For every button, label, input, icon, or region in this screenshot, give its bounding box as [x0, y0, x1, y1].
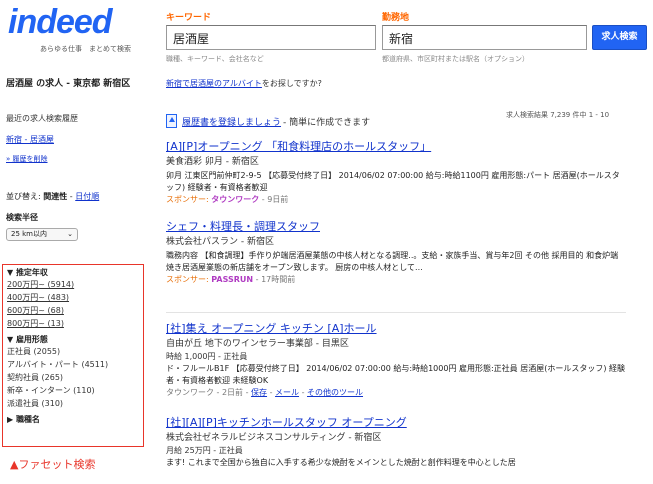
suggestion-rest: をお探しですか? [261, 79, 322, 88]
radius-value: 25 km以内 [11, 230, 48, 238]
job-salary: 月給 25万円 - 正社員 [166, 446, 243, 455]
job-company: 株式会社ゼネラルビジネスコンサルティング - 新宿区 [166, 433, 382, 443]
facet-employment-heading[interactable]: ▼ 雇用形態 [7, 335, 139, 345]
location-input[interactable]: 新宿 [382, 25, 587, 50]
keyword-hint: 職種、キーワード、会社名など [166, 55, 264, 63]
job-age: - 17時間前 [253, 275, 296, 284]
facet-salary-item[interactable]: 800万円~ (13) [7, 317, 139, 330]
job-sponsor: スポンサー: PASSRUN - 17時間前 [166, 274, 626, 286]
results-divider [166, 312, 626, 313]
result-count: 求人検索結果 7,239 件中 1 - 10 [506, 111, 610, 119]
sort-by-date-link[interactable]: 日付順 [75, 192, 99, 201]
radius-label: 検索半径 [6, 213, 38, 222]
job-result: シェフ・料理長・調理スタッフ 株式会社パスラン - 新宿区 職務内容 【和食調理… [166, 220, 626, 286]
location-hint: 都道府県、市区町村または駅名（オプション） [382, 55, 529, 63]
facet-category-heading[interactable]: ▶ 職種名 [7, 415, 139, 425]
sort-options: 並び替え: 関連性 - 日付順 [6, 191, 148, 202]
job-result: [A][P]オープニング 「和食料理店のホールスタッフ」 美食酒彩 卯月 - 新… [166, 140, 626, 206]
save-job-link[interactable]: 保存 [251, 388, 267, 397]
job-meta: タウンワーク - 2日前 - 保存 - メール - その他のツール [166, 387, 626, 399]
resume-link[interactable]: 履歴書を登録しましょう [182, 115, 281, 128]
job-source: タウンワーク - 2日前 - [166, 388, 252, 397]
suggestion-line: 新宿で居酒屋のアルバイトをお探しですか? [166, 78, 630, 89]
indeed-logo[interactable]: indeed あらゆる仕事 まとめて検索 [8, 4, 148, 56]
job-result: [社][A][P]キッチンホールスタッフ オープニング 株式会社ゼネラルビジネス… [166, 416, 626, 469]
sponsor-name: タウンワーク [211, 195, 260, 204]
job-snippet: ド・フルールB1F 【応募受付終了日】 2014/06/02 07:00:00 … [166, 364, 626, 385]
job-title-link[interactable]: シェフ・料理長・調理スタッフ [166, 220, 626, 234]
sponsor-label: スポンサー: [166, 195, 212, 204]
facet-employment-item[interactable]: 正社員 (2055) [7, 345, 139, 358]
location-label: 勤務地 [382, 13, 410, 23]
resume-promo: 履歴書を登録しましょう - 簡単に作成できます [166, 114, 370, 128]
job-title-link[interactable]: [社]集え オープニング キッチン [A]ホール [166, 322, 626, 336]
chevron-down-icon: ⌄ [67, 230, 73, 238]
facet-employment-item[interactable]: 派遣社員 (310) [7, 397, 139, 410]
job-company: 株式会社パスラン - 新宿区 [166, 237, 274, 247]
results-main: 新宿で居酒屋のアルバイトをお探しですか? 求人検索結果 7,239 件中 1 -… [166, 78, 630, 467]
facet-salary-item[interactable]: 200万円~ (5914) [7, 278, 139, 291]
job-snippet: 職務内容 【和食調理】手作り炉端居酒屋業態の中核人材となる調理..。支給・家族手… [166, 251, 619, 272]
facet-salary-item[interactable]: 400万円~ (483) [7, 291, 139, 304]
job-title-link[interactable]: [A][P]オープニング 「和食料理店のホールスタッフ」 [166, 140, 626, 154]
suggestion-link[interactable]: 新宿で居酒屋のアルバイト [166, 79, 262, 88]
meta-separator: - [299, 388, 308, 397]
logo-tagline: あらゆる仕事 まとめて検索 [40, 45, 131, 53]
sponsor-name: PASSRUN [211, 275, 254, 284]
logo-wordmark: indeed [8, 3, 113, 41]
facet-caption: ▲ファセット検索 [10, 458, 96, 471]
sort-prefix: 並び替え: [6, 192, 41, 201]
keyword-input[interactable]: 居酒屋 [166, 25, 376, 50]
recent-searches-heading: 最近の求人検索履歴 [6, 114, 78, 123]
recent-search-link[interactable]: 新宿 - 居酒屋 [6, 135, 54, 144]
job-snippet: 卯月 江東区門前仲町2-9-5 【応募受付終了日】 2014/06/02 07:… [166, 171, 620, 192]
sidebar: 居酒屋 の求人 - 東京都 新宿区 最近の求人検索履歴 新宿 - 居酒屋 » 履… [6, 78, 148, 241]
facet-salary-heading[interactable]: ▼ 推定年収 [7, 268, 139, 278]
header: indeed あらゆる仕事 まとめて検索 キーワード 居酒屋 職種、キーワード、… [0, 0, 653, 68]
resume-rest: - 簡単に作成できます [283, 117, 371, 128]
job-age: - 9日前 [259, 195, 289, 204]
email-job-link[interactable]: メール [275, 388, 299, 397]
facet-employment-item[interactable]: アルバイト・パート (4511) [7, 358, 139, 371]
job-sponsor: スポンサー: タウンワーク - 9日前 [166, 194, 626, 206]
facet-salary-item[interactable]: 600万円~ (68) [7, 304, 139, 317]
sponsor-label: スポンサー: [166, 275, 212, 284]
results-heading: 居酒屋 の求人 - 東京都 新宿区 [6, 79, 131, 89]
more-tools-link[interactable]: その他のツール [307, 388, 363, 397]
radius-select[interactable]: 25 km以内 ⌄ [6, 228, 78, 241]
facet-employment-item[interactable]: 新卒・インターン (110) [7, 384, 139, 397]
job-title-link[interactable]: [社][A][P]キッチンホールスタッフ オープニング [166, 416, 626, 430]
job-company: 美食酒彩 卯月 - 新宿区 [166, 157, 259, 167]
job-snippet: ます! これまで全国から独自に入手する希少な焼酎をメインとした焼酎と創作料理を中… [166, 458, 516, 467]
job-company: 自由が丘 地下のワインセラー事業部 - 目黒区 [166, 339, 349, 349]
job-result: [社]集え オープニング キッチン [A]ホール 自由が丘 地下のワインセラー事… [166, 322, 626, 399]
sort-relevance: 関連性 [43, 192, 68, 201]
facet-panel: ▼ 推定年収 200万円~ (5914) 400万円~ (483) 600万円~… [2, 264, 144, 447]
job-salary: 時給 1,000円 - 正社員 [166, 352, 248, 361]
keyword-label: キーワード [166, 13, 212, 23]
clear-history-link[interactable]: » 履歴を削除 [6, 155, 48, 163]
search-button[interactable]: 求人検索 [592, 25, 647, 50]
meta-separator: - [267, 388, 276, 397]
upload-icon [166, 114, 177, 128]
facet-employment-item[interactable]: 契約社員 (265) [7, 371, 139, 384]
